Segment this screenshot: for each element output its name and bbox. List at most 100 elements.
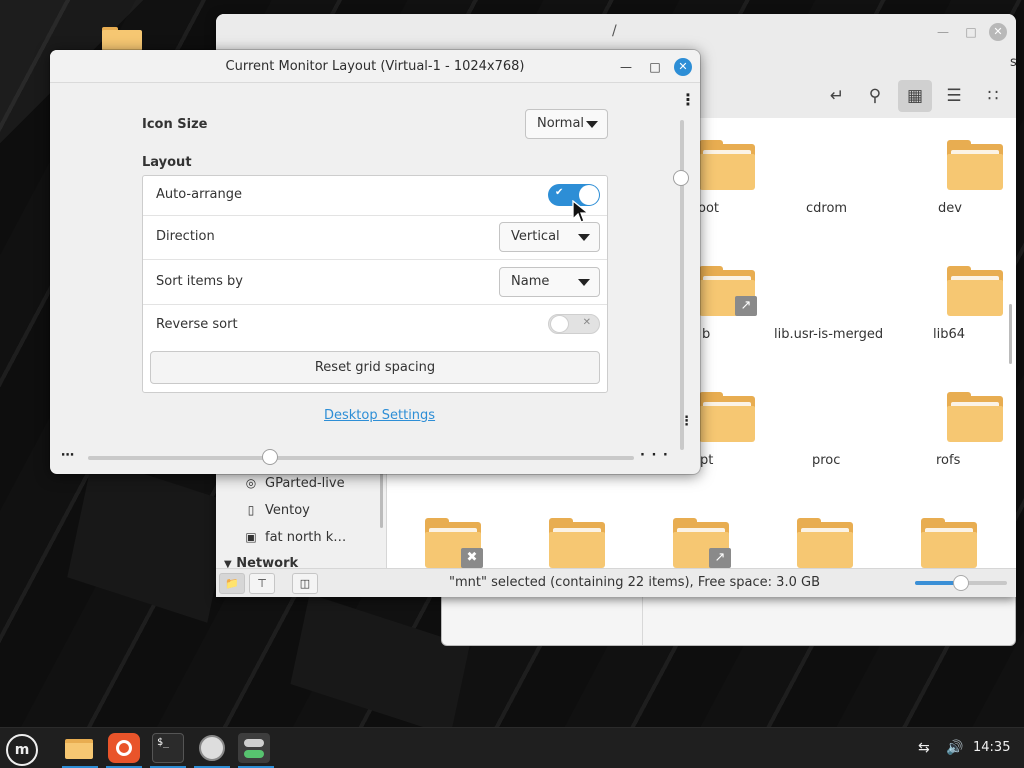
folder-icon <box>699 392 755 442</box>
folder-icon <box>699 140 755 190</box>
sidebar-item-gparted[interactable]: ◎ GParted-live <box>244 472 345 494</box>
minimize-icon[interactable]: — <box>617 58 635 76</box>
layout-panel: Auto-arrange ✔ Direction Vertical Sort i… <box>142 175 608 393</box>
sort-value: Name <box>511 274 550 289</box>
folder-icon: ↗ <box>699 266 757 316</box>
vertical-spacing-slider[interactable] <box>673 120 689 450</box>
file-label: pt <box>700 453 714 468</box>
list-view-icon[interactable]: ☰ <box>937 80 971 112</box>
close-icon[interactable]: ✕ <box>989 23 1007 41</box>
file-item[interactable] <box>899 518 999 568</box>
file-item[interactable] <box>775 518 875 568</box>
file-item[interactable]: ↗ <box>651 518 751 568</box>
tree-view-icon[interactable]: ⊤ <box>249 573 275 594</box>
volume-icon[interactable]: 🔊 <box>946 740 963 756</box>
icon-size-select[interactable]: Normal <box>525 109 608 139</box>
file-label: cdrom <box>806 201 848 216</box>
dropdown-arrow-icon <box>586 121 598 128</box>
reverse-sort-toggle[interactable]: ✕ <box>548 314 600 334</box>
folder-icon <box>947 140 1003 190</box>
dialog-menu-icon[interactable]: ⋮ <box>680 90 696 109</box>
status-text: "mnt" selected (containing 22 items), Fr… <box>449 575 820 590</box>
file-label: b <box>702 327 711 342</box>
minimize-icon[interactable]: — <box>934 23 952 41</box>
drive-icon: ▣ <box>245 530 257 544</box>
auto-arrange-row: Auto-arrange ✔ <box>143 176 607 216</box>
usb-drive-icon: ▯ <box>247 503 255 517</box>
slider-knob[interactable] <box>262 449 278 465</box>
taskbar: m $_ ⇆ 🔊 14:35 <box>0 727 1024 768</box>
places-toggle-icon[interactable]: 📁 <box>219 573 245 594</box>
sidebar-item-label: Ventoy <box>265 502 310 518</box>
file-item[interactable] <box>925 140 1016 190</box>
sort-select[interactable]: Name <box>499 267 600 297</box>
zoom-slider-knob[interactable] <box>953 575 969 591</box>
file-item[interactable]: ✖ <box>403 518 503 568</box>
disk-utility-icon[interactable] <box>196 733 228 763</box>
dialog-title: Current Monitor Layout (Virtual-1 - 1024… <box>225 59 525 74</box>
desktop-folder-icon[interactable] <box>102 27 142 51</box>
symlink-arrow-icon: ↗ <box>735 296 757 316</box>
dropdown-arrow-icon <box>578 234 590 241</box>
sidebar-item-ventoy[interactable]: ▯ Ventoy <box>244 499 310 521</box>
settings-toggle-icon[interactable] <box>238 733 270 763</box>
file-label: rofs <box>936 453 961 468</box>
direction-row: Direction Vertical <box>143 216 607 260</box>
horizontal-dots-icon: ⋯ <box>61 448 75 463</box>
direction-value: Vertical <box>511 229 560 244</box>
icon-view-icon[interactable]: ▦ <box>898 80 932 112</box>
reset-grid-spacing-button[interactable]: Reset grid spacing <box>150 351 600 384</box>
disc-icon: ◎ <box>245 476 257 490</box>
sort-row: Sort items by Name <box>143 260 607 305</box>
direction-select[interactable]: Vertical <box>499 222 600 252</box>
dialog-titlebar: Current Monitor Layout (Virtual-1 - 1024… <box>50 50 700 83</box>
auto-arrange-label: Auto-arrange <box>156 187 242 202</box>
compact-view-icon[interactable]: ∷ <box>976 80 1010 112</box>
desktop-layout-dialog: Current Monitor Layout (Virtual-1 - 1024… <box>50 50 700 474</box>
more-options-icon[interactable]: ⋮ <box>1012 68 1016 86</box>
file-item[interactable] <box>925 392 1016 442</box>
maximize-icon[interactable]: □ <box>646 58 664 76</box>
folder-icon <box>797 518 853 568</box>
zoom-slider[interactable] <box>915 575 1007 591</box>
network-disconnected-icon[interactable]: ⇆ <box>918 740 930 756</box>
folder-icon <box>947 266 1003 316</box>
folder-icon: ↗ <box>673 518 731 568</box>
direction-label: Direction <box>156 229 215 244</box>
file-item[interactable] <box>527 518 627 568</box>
unreadable-x-icon: ✖ <box>461 548 483 568</box>
desktop-settings-link[interactable]: Desktop Settings <box>324 408 435 423</box>
file-grid-scrollbar[interactable] <box>1008 118 1014 568</box>
toggle-sidebar-icon[interactable]: ◫ <box>292 573 318 594</box>
sort-label: Sort items by <box>156 274 244 289</box>
sidebar-item-fat[interactable]: ▣ fat north k… <box>244 526 346 548</box>
folder-icon: ✖ <box>425 518 483 568</box>
dropdown-arrow-icon <box>578 279 590 286</box>
sidebar-item-label: GParted-live <box>265 475 345 491</box>
firefox-icon[interactable] <box>108 733 140 763</box>
sidebar-scrollbar[interactable] <box>380 468 383 528</box>
folder-icon[interactable] <box>63 733 95 763</box>
reverse-sort-label: Reverse sort <box>156 317 238 332</box>
slider-knob[interactable] <box>673 170 689 186</box>
search-icon[interactable]: ⚲ <box>858 80 892 112</box>
horizontal-dots-icon: · · · <box>640 448 669 463</box>
sidebar-item-label: fat north k… <box>265 529 347 545</box>
horizontal-spacing-slider[interactable] <box>88 449 634 465</box>
terminal-icon[interactable]: $_ <box>152 733 184 763</box>
status-bar: 📁 ⊤ ◫ "mnt" selected (containing 22 item… <box>216 568 1016 597</box>
file-item[interactable] <box>925 266 1016 316</box>
file-label: proc <box>812 453 841 468</box>
file-label: oot <box>698 201 720 216</box>
close-icon[interactable]: ✕ <box>674 58 692 76</box>
mouse-cursor-icon <box>572 200 590 223</box>
reverse-sort-row: Reverse sort ✕ <box>143 305 607 345</box>
maximize-icon[interactable]: □ <box>962 23 980 41</box>
open-in-terminal-icon[interactable]: ↵ <box>820 80 854 112</box>
symlink-arrow-icon: ↗ <box>709 548 731 568</box>
folder-icon <box>947 392 1003 442</box>
toggle-knob <box>550 315 569 333</box>
clock[interactable]: 14:35 <box>973 740 1010 755</box>
menu-mint-icon[interactable]: m <box>6 734 38 766</box>
x-icon: ✕ <box>582 317 591 328</box>
